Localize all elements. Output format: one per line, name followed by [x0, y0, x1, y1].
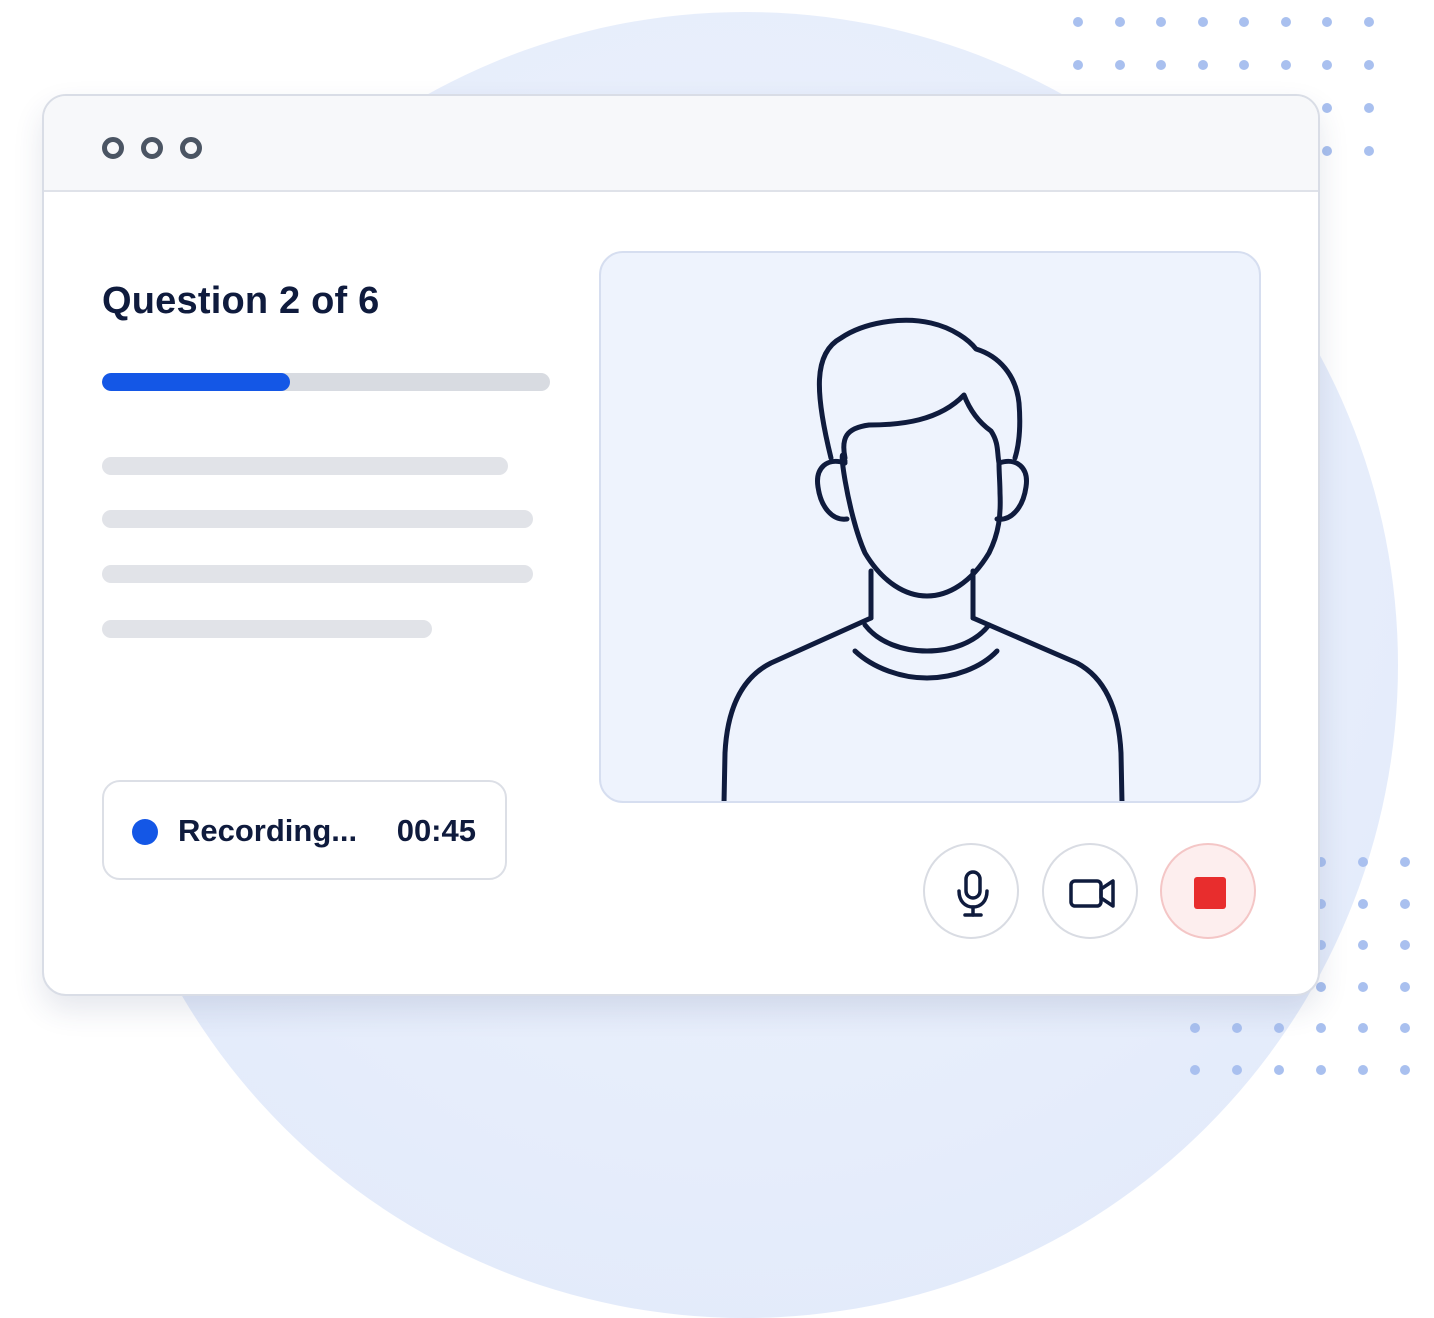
- decorative-dot: [1232, 1023, 1242, 1033]
- decorative-dot: [1363, 60, 1374, 70]
- window-control-dot[interactable]: [141, 137, 163, 159]
- decorative-dot: [1358, 940, 1368, 950]
- decorative-dot: [1197, 17, 1208, 27]
- decorative-dot: [1400, 1064, 1410, 1075]
- recording-indicator-dot: [132, 819, 158, 845]
- decorative-dot: [1400, 898, 1410, 909]
- decorative-dot: [1363, 17, 1374, 27]
- recording-label: Recording...: [178, 813, 358, 848]
- decorative-dot: [1400, 940, 1410, 950]
- video-preview: [599, 251, 1261, 803]
- question-progress-bar: [102, 373, 550, 391]
- app-window: Question 2 of 6 Recording... 00:45: [42, 94, 1320, 996]
- person-avatar-icon: [721, 317, 1125, 801]
- decorative-dot: [1316, 981, 1326, 992]
- question-progress-fill: [102, 373, 291, 391]
- decorative-dot: [1073, 17, 1083, 27]
- decorative-dot: [1316, 1023, 1326, 1033]
- question-text-placeholder: [102, 565, 533, 583]
- question-text-placeholder: [102, 457, 508, 475]
- decorative-dot: [1358, 1064, 1368, 1075]
- decorative-dot: [1239, 60, 1249, 70]
- decorative-dot: [1400, 981, 1410, 992]
- recording-status: Recording... 00:45: [102, 780, 507, 880]
- decorative-dot: [1358, 898, 1368, 909]
- decorative-dot: [1363, 103, 1374, 113]
- decorative-dot: [1239, 17, 1249, 27]
- decorative-dot: [1358, 981, 1368, 992]
- stop-icon: [1194, 877, 1226, 909]
- decorative-dot: [1114, 17, 1125, 27]
- question-text-placeholder: [102, 510, 533, 528]
- camera-button[interactable]: [1042, 843, 1138, 939]
- microphone-button[interactable]: [923, 843, 1019, 939]
- decorative-dot: [1274, 1023, 1284, 1033]
- decorative-dot: [1197, 60, 1208, 70]
- decorative-dot: [1400, 857, 1410, 867]
- decorative-dot: [1190, 1023, 1200, 1033]
- microphone-icon: [957, 870, 989, 917]
- decorative-dot: [1322, 103, 1332, 113]
- recording-timer: 00:45: [396, 813, 476, 848]
- window-titlebar: [44, 96, 1318, 192]
- decorative-dot: [1322, 60, 1332, 70]
- question-text-placeholder: [102, 620, 432, 638]
- decorative-dot: [1073, 60, 1083, 70]
- decorative-dot: [1274, 1064, 1284, 1075]
- window-control-dot[interactable]: [102, 137, 124, 159]
- decorative-dot: [1156, 17, 1166, 27]
- decorative-dot: [1156, 60, 1166, 70]
- decorative-dot: [1190, 1064, 1200, 1075]
- decorative-dot: [1363, 146, 1374, 156]
- decorative-dot: [1280, 17, 1291, 27]
- decorative-dot: [1316, 1064, 1326, 1075]
- stop-recording-button[interactable]: [1160, 843, 1256, 939]
- decorative-dot: [1114, 60, 1125, 70]
- decorative-dot: [1322, 146, 1332, 156]
- video-camera-icon: [1069, 879, 1115, 908]
- decorative-dot: [1232, 1064, 1242, 1075]
- decorative-dot: [1358, 1023, 1368, 1033]
- decorative-dot: [1358, 857, 1368, 867]
- decorative-dot: [1322, 17, 1332, 27]
- decorative-dot: [1280, 60, 1291, 70]
- decorative-dot: [1400, 1023, 1410, 1033]
- window-control-dot[interactable]: [180, 137, 202, 159]
- question-title: Question 2 of 6: [102, 280, 380, 322]
